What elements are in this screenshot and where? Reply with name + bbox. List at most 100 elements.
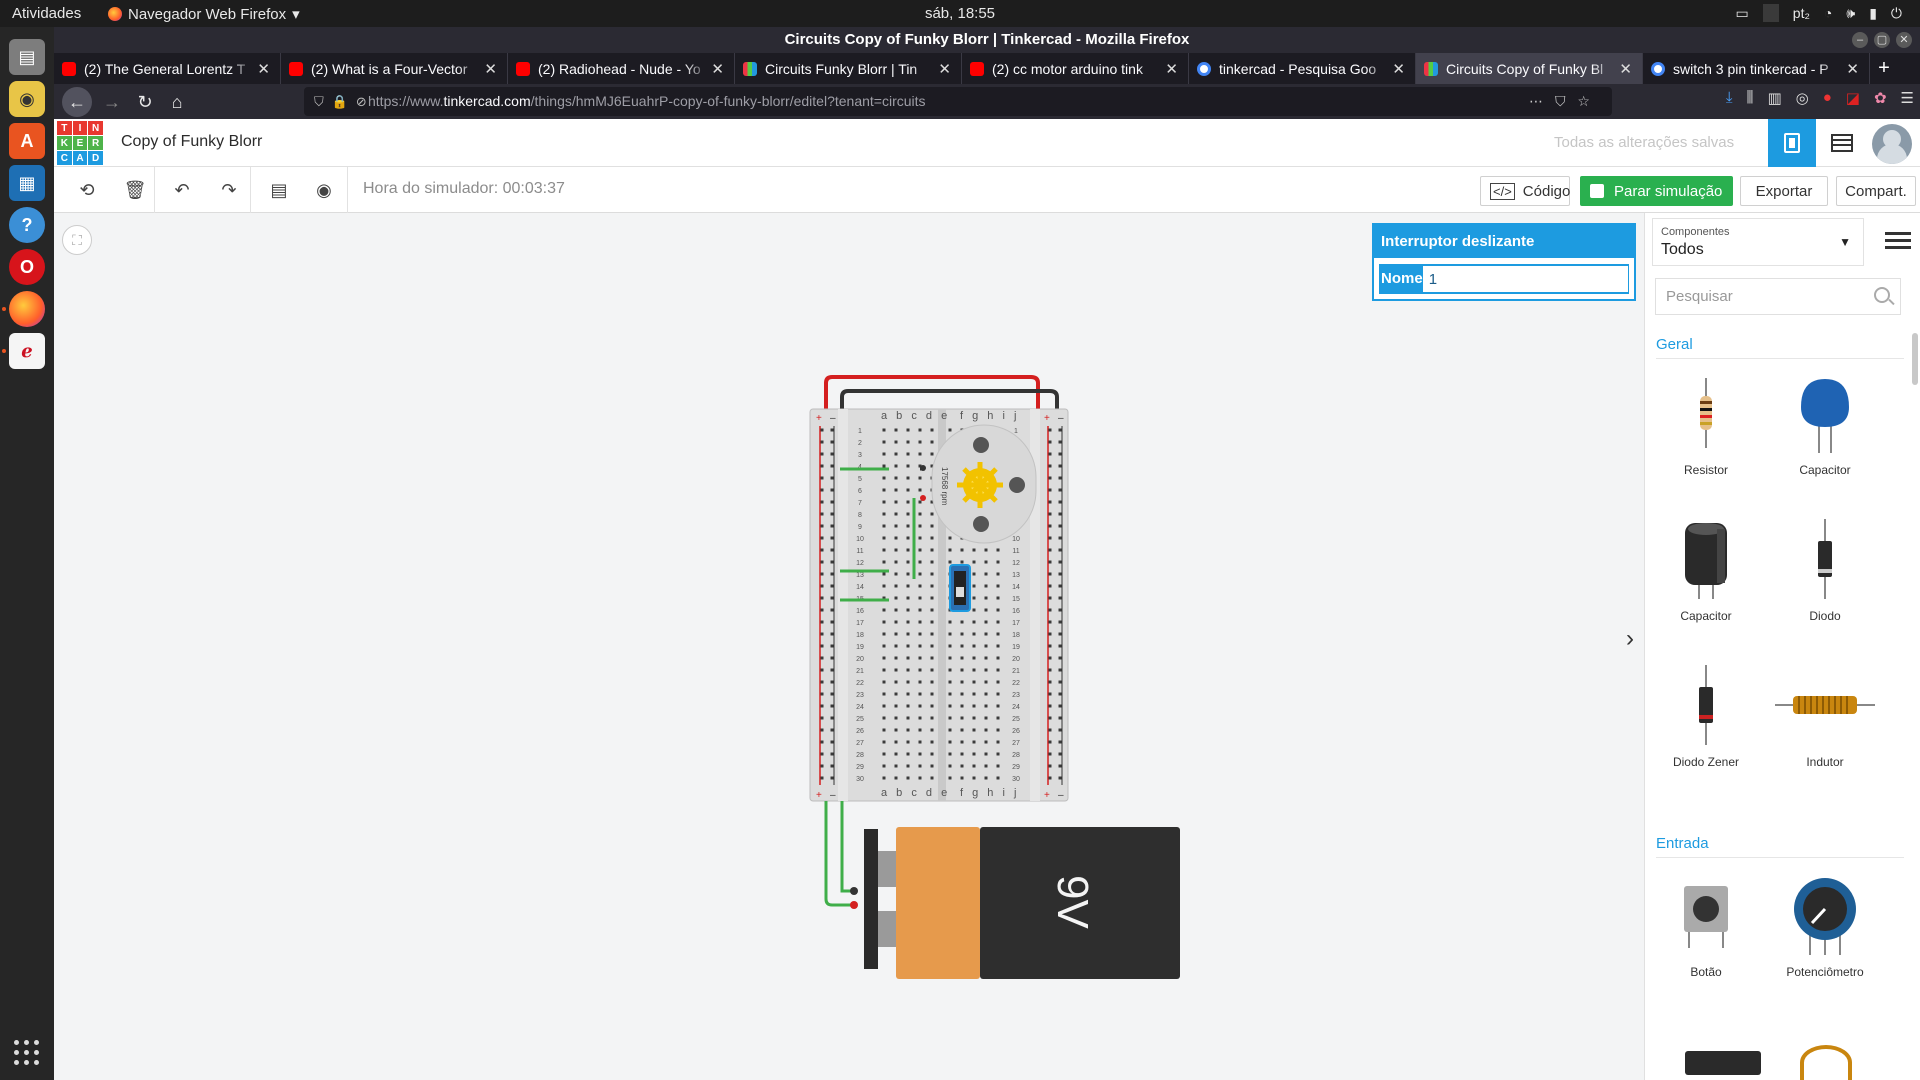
app-indicator-icon[interactable] <box>1762 4 1779 22</box>
browser-tab[interactable]: (2) Radiohead - Nude - Yo ✕ <box>508 53 735 84</box>
undo-icon[interactable]: ↶ <box>167 175 197 205</box>
search-box[interactable] <box>1655 278 1901 315</box>
green-wire[interactable] <box>824 801 854 907</box>
share-button[interactable]: Compart. <box>1836 176 1916 206</box>
home-button[interactable]: ⌂ <box>164 89 190 115</box>
language-indicator[interactable]: pt₂ <box>1793 5 1810 21</box>
sidebar-icon[interactable]: ▥ <box>1767 89 1781 107</box>
youtube-icon <box>970 61 984 76</box>
rotate-icon[interactable]: ⟲ <box>72 175 102 205</box>
help-icon[interactable]: ? <box>9 207 45 243</box>
close-tab-icon[interactable]: ✕ <box>1392 60 1405 78</box>
export-button[interactable]: Exportar <box>1740 176 1828 206</box>
evince-icon[interactable]: ℯ <box>9 333 45 369</box>
browser-tab[interactable]: switch 3 pin tinkercad - P ✕ <box>1643 53 1870 84</box>
list-view-icon[interactable] <box>1885 228 1911 252</box>
circuit-view-button[interactable] <box>1768 119 1816 167</box>
firefox-dock-icon[interactable] <box>9 291 45 327</box>
components-filter-select[interactable]: Componentes Todos ▼ <box>1652 218 1864 266</box>
app-menu[interactable]: Navegador Web Firefox ▾ <box>108 5 300 23</box>
close-tab-icon[interactable]: ✕ <box>484 60 497 78</box>
component-potentiometer[interactable]: Potenciômetro <box>1770 865 1880 981</box>
browser-tab[interactable]: (2) cc motor arduino tink ✕ <box>962 53 1189 84</box>
shield-lock-icons[interactable]: ⛉🔒⊘ <box>314 87 375 116</box>
component-inductor[interactable]: Indutor <box>1770 655 1880 771</box>
component-label: Capacitor <box>1799 463 1851 477</box>
breadboard-icon <box>1784 133 1800 153</box>
library-icon[interactable]: ⫼ <box>1747 89 1754 107</box>
writer-icon[interactable]: ▦ <box>9 165 45 201</box>
close-tab-icon[interactable]: ✕ <box>257 60 270 78</box>
menu-icon[interactable]: ☰ <box>1901 89 1914 107</box>
extension-icon[interactable]: ◪ <box>1846 89 1860 107</box>
stop-simulation-button[interactable]: Parar simulação <box>1580 176 1733 206</box>
row-number: 12 <box>856 560 864 567</box>
browser-tab[interactable]: (2) The General Lorentz T ✕ <box>54 53 281 84</box>
new-tab-button[interactable]: + <box>1870 53 1898 84</box>
circuit-canvas[interactable]: + – + – + – + – a b c d e f g h i j a b … <box>54 213 1644 1080</box>
download-icon[interactable]: ⤓ <box>1726 89 1733 107</box>
extension-icon[interactable]: ● <box>1823 89 1832 107</box>
show-apps-icon[interactable] <box>14 1040 40 1066</box>
notes-icon[interactable]: ▤ <box>264 175 294 205</box>
stop-icon <box>1590 184 1604 198</box>
visibility-icon[interactable]: ◉ <box>309 175 339 205</box>
redo-icon[interactable]: ↷ <box>214 175 244 205</box>
battery-9v[interactable]: 9V <box>864 827 1180 979</box>
activities-button[interactable]: Atividades <box>12 5 81 22</box>
close-tab-icon[interactable]: ✕ <box>1165 60 1178 78</box>
chevron-right-icon[interactable]: › <box>1626 625 1634 653</box>
power-icon[interactable]: ⏻ <box>1891 5 1902 22</box>
battery-icon[interactable]: ▮ <box>1869 5 1877 22</box>
delete-icon[interactable]: 🗑 <box>120 175 150 205</box>
name-input[interactable] <box>1422 266 1628 292</box>
component-polarized-capacitor[interactable]: Capacitor polarizado <box>1651 509 1761 625</box>
component-zener-diode[interactable]: Diodo Zener <box>1651 655 1761 771</box>
component-capacitor[interactable]: Capacitor <box>1770 363 1880 479</box>
extension-icon[interactable]: ✿ <box>1874 89 1887 107</box>
minimize-icon[interactable]: – <box>1852 32 1868 48</box>
url-bar[interactable]: ⛉🔒⊘ https://www.tinkercad.com/things/hmM… <box>304 87 1612 116</box>
back-button[interactable]: ← <box>62 87 92 117</box>
page-actions-icons[interactable]: ⋯⛉☆ <box>1529 87 1602 116</box>
tab-title: Circuits Copy of Funky Bl <box>1446 60 1604 77</box>
search-input[interactable] <box>1656 279 1856 314</box>
document-title[interactable]: Copy of Funky Blorr <box>121 133 262 151</box>
component-button[interactable]: Botão <box>1651 865 1761 981</box>
screenshot-icon[interactable]: ▭ <box>1736 5 1749 22</box>
close-tab-icon[interactable]: ✕ <box>711 60 724 78</box>
component-diode[interactable]: Diodo <box>1770 509 1880 625</box>
close-window-icon[interactable]: ✕ <box>1896 32 1912 48</box>
software-icon[interactable]: A <box>9 123 45 159</box>
component-slideswitch-preview[interactable] <box>1685 1051 1761 1075</box>
component-photoresistor-preview[interactable] <box>1800 1045 1852 1080</box>
reload-button[interactable]: ↻ <box>132 89 158 115</box>
tinkercad-logo[interactable]: TIN KER CAD <box>57 121 103 165</box>
url-domain: tinkercad.com <box>443 93 531 109</box>
volume-icon[interactable]: 🕪 <box>1846 5 1855 22</box>
green-wire[interactable] <box>840 801 854 893</box>
user-avatar[interactable] <box>1872 124 1912 164</box>
opera-icon[interactable]: O <box>9 249 45 285</box>
code-button[interactable]: </> Código <box>1480 176 1570 206</box>
rhythmbox-icon[interactable]: ◉ <box>9 81 45 117</box>
forward-button[interactable]: → <box>99 89 125 115</box>
browser-tab-active[interactable]: Circuits Copy of Funky Bl ✕ <box>1416 53 1643 84</box>
close-tab-icon[interactable]: ✕ <box>1846 60 1859 78</box>
component-resistor[interactable]: Resistor <box>1651 363 1761 479</box>
close-tab-icon[interactable]: ✕ <box>1619 60 1632 78</box>
panel-scrollbar[interactable] <box>1912 333 1918 385</box>
account-icon[interactable]: ◎ <box>1796 89 1809 107</box>
slide-switch[interactable] <box>949 564 971 612</box>
wifi-icon[interactable]: ◔ <box>1824 5 1832 21</box>
row-number: 21 <box>856 668 864 675</box>
close-tab-icon[interactable]: ✕ <box>938 60 951 78</box>
browser-tab[interactable]: (2) What is a Four-Vector ✕ <box>281 53 508 84</box>
files-icon[interactable]: ▤ <box>9 39 45 75</box>
search-icon[interactable] <box>1874 287 1890 303</box>
browser-tab[interactable]: tinkercad - Pesquisa Goo ✕ <box>1189 53 1416 84</box>
maximize-icon[interactable]: ▢ <box>1874 32 1890 48</box>
component-list-button[interactable] <box>1818 119 1866 167</box>
browser-tab[interactable]: Circuits Funky Blorr | Tin ✕ <box>735 53 962 84</box>
circuit-workspace[interactable]: ⛶ + – + – + – + – a b c d e f g h i j a … <box>54 213 1644 1080</box>
